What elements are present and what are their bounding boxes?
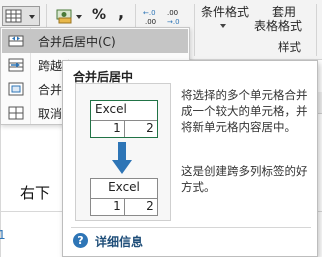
row-number: 1 [0, 228, 6, 242]
example-label-bottom: Excel [108, 180, 140, 194]
merge-center-icon [8, 35, 24, 47]
example-cell-1-bottom: 1 [113, 199, 121, 213]
percent-style-button[interactable]: % [92, 7, 106, 23]
decrease-decimal-button[interactable]: .00 →.0 [166, 6, 190, 28]
increase-decimal-icon: ←.0 .00 [143, 9, 156, 26]
svg-text:.00: .00 [145, 18, 156, 26]
grid-table-icon [5, 9, 35, 23]
help-icon[interactable]: ? [73, 233, 88, 248]
example-after-grid: Excel 1 2 [90, 178, 158, 216]
merge-center-button[interactable] [2, 6, 40, 26]
conditional-format-button[interactable]: 条件格式 [201, 3, 249, 20]
example-cell-1-top: 1 [113, 121, 121, 135]
tooltip-description: 将选择的多个单元格合并成一个较大的单元格，并将新单元格内容居中。 [181, 88, 308, 134]
example-cell-2-top: 2 [146, 121, 154, 135]
merge-center-tooltip: 合并后居中 Excel 1 2 Excel 1 2 将选择的多个单元格合并成一个… [62, 60, 318, 257]
chevron-down-icon [220, 24, 226, 28]
menu-item-label: 合并后居中(C) [38, 35, 116, 49]
unmerge-icon [8, 106, 24, 120]
currency-icon [56, 9, 82, 24]
tooltip-description-2: 这是创建跨多列标签的好方式。 [181, 164, 308, 194]
example-cell-2-bottom: 2 [146, 199, 154, 213]
menu-item-merge-center[interactable]: 合并后居中(C) [2, 29, 188, 53]
decrease-decimal-icon: .00 →.0 [167, 9, 180, 26]
example-label-top: Excel [95, 102, 127, 116]
merge-across-icon [8, 58, 24, 72]
format-as-table-label-2[interactable]: 表格格式 [254, 17, 302, 34]
increase-decimal-button[interactable]: ←.0 .00 [142, 6, 164, 28]
svg-text:←.0: ←.0 [143, 9, 156, 17]
cell-bottom-right-text[interactable]: 右下 [20, 182, 50, 203]
example-before-grid: Excel 1 2 [90, 100, 158, 138]
styles-group-label: 样式 [278, 40, 301, 54]
arrow-down-icon [112, 142, 132, 174]
currency-format-button[interactable] [54, 6, 84, 26]
tell-me-more-link[interactable]: 详细信息 [95, 233, 143, 250]
merge-cells-icon [8, 82, 24, 96]
svg-text:.00: .00 [167, 9, 178, 17]
comma-style-button[interactable]: , [118, 3, 124, 22]
merge-example-illustration: Excel 1 2 Excel 1 2 [75, 83, 171, 221]
svg-text:→.0: →.0 [167, 18, 180, 26]
